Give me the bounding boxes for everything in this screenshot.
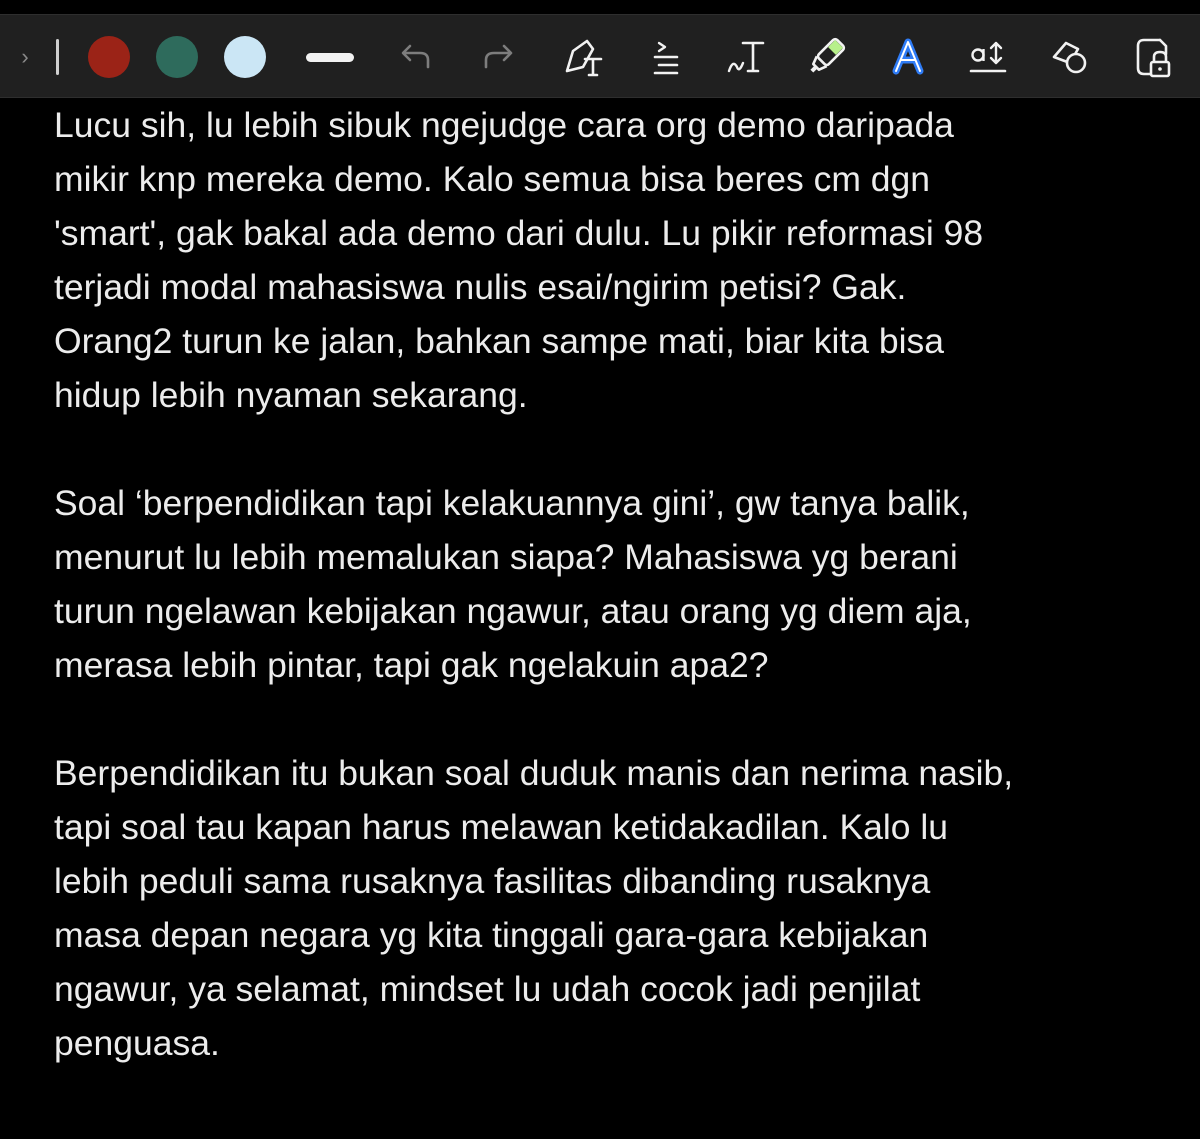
text-line: mikir knp mereka demo. Kalo semua bisa b… bbox=[54, 159, 931, 199]
text-line: turun ngelawan kebijakan ngawur, atau or… bbox=[54, 591, 972, 631]
text-line: lebih peduli sama rusaknya fasilitas dib… bbox=[54, 861, 931, 901]
align-text-icon[interactable] bbox=[642, 15, 690, 99]
text-line: penguasa. bbox=[54, 1023, 220, 1063]
text-line: ngawur, ya selamat, mindset lu udah coco… bbox=[54, 969, 921, 1009]
text-box-icon[interactable] bbox=[560, 15, 608, 99]
color-swatch-lightblue bbox=[224, 36, 266, 78]
color-red-button[interactable] bbox=[88, 15, 130, 99]
undo-icon[interactable] bbox=[394, 15, 436, 99]
paragraph-2: Soal ‘berpendidikan tapi kelakuannya gin… bbox=[54, 476, 1164, 692]
text-style-icon[interactable] bbox=[884, 15, 932, 99]
color-swatch-red bbox=[88, 36, 130, 78]
handwriting-to-text-icon[interactable] bbox=[722, 15, 770, 99]
pen-thickness-indicator bbox=[306, 52, 354, 62]
text-line: Lucu sih, lu lebih sibuk ngejudge cara o… bbox=[54, 105, 954, 145]
note-body[interactable]: Lucu sih, lu lebih sibuk ngejudge cara o… bbox=[54, 98, 1164, 1124]
collapse-toolbar-icon[interactable]: › bbox=[14, 15, 36, 99]
toolbar-divider bbox=[54, 15, 60, 99]
pen-thickness-button[interactable] bbox=[304, 15, 356, 99]
color-swatch-green bbox=[156, 36, 198, 78]
text-line: hidup lebih nyaman sekarang. bbox=[54, 375, 528, 415]
text-line: tapi soal tau kapan harus melawan ketida… bbox=[54, 807, 948, 847]
text-line: merasa lebih pintar, tapi gak ngelakuin … bbox=[54, 645, 769, 685]
note-toolbar: › bbox=[0, 14, 1200, 98]
highlighter-icon[interactable] bbox=[802, 15, 850, 99]
shape-eraser-icon[interactable] bbox=[1046, 15, 1094, 99]
text-line: Soal ‘berpendidikan tapi kelakuannya gin… bbox=[54, 483, 970, 523]
text-line: menurut lu lebih memalukan siapa? Mahasi… bbox=[54, 537, 958, 577]
redo-icon[interactable] bbox=[478, 15, 520, 99]
text-line: terjadi modal mahasiswa nulis esai/ngiri… bbox=[54, 267, 907, 307]
text-line: masa depan negara yg kita tinggali gara-… bbox=[54, 915, 929, 955]
color-green-button[interactable] bbox=[156, 15, 198, 99]
paragraph-3: Berpendidikan itu bukan soal duduk manis… bbox=[54, 746, 1164, 1070]
lock-icon[interactable] bbox=[1130, 15, 1178, 99]
text-size-icon[interactable] bbox=[964, 15, 1012, 99]
text-line: Orang2 turun ke jalan, bahkan sampe mati… bbox=[54, 321, 944, 361]
color-lightblue-button[interactable] bbox=[224, 15, 266, 99]
paragraph-1: Lucu sih, lu lebih sibuk ngejudge cara o… bbox=[54, 98, 1164, 422]
text-line: 'smart', gak bakal ada demo dari dulu. L… bbox=[54, 213, 984, 253]
text-line: Berpendidikan itu bukan soal duduk manis… bbox=[54, 753, 1014, 793]
